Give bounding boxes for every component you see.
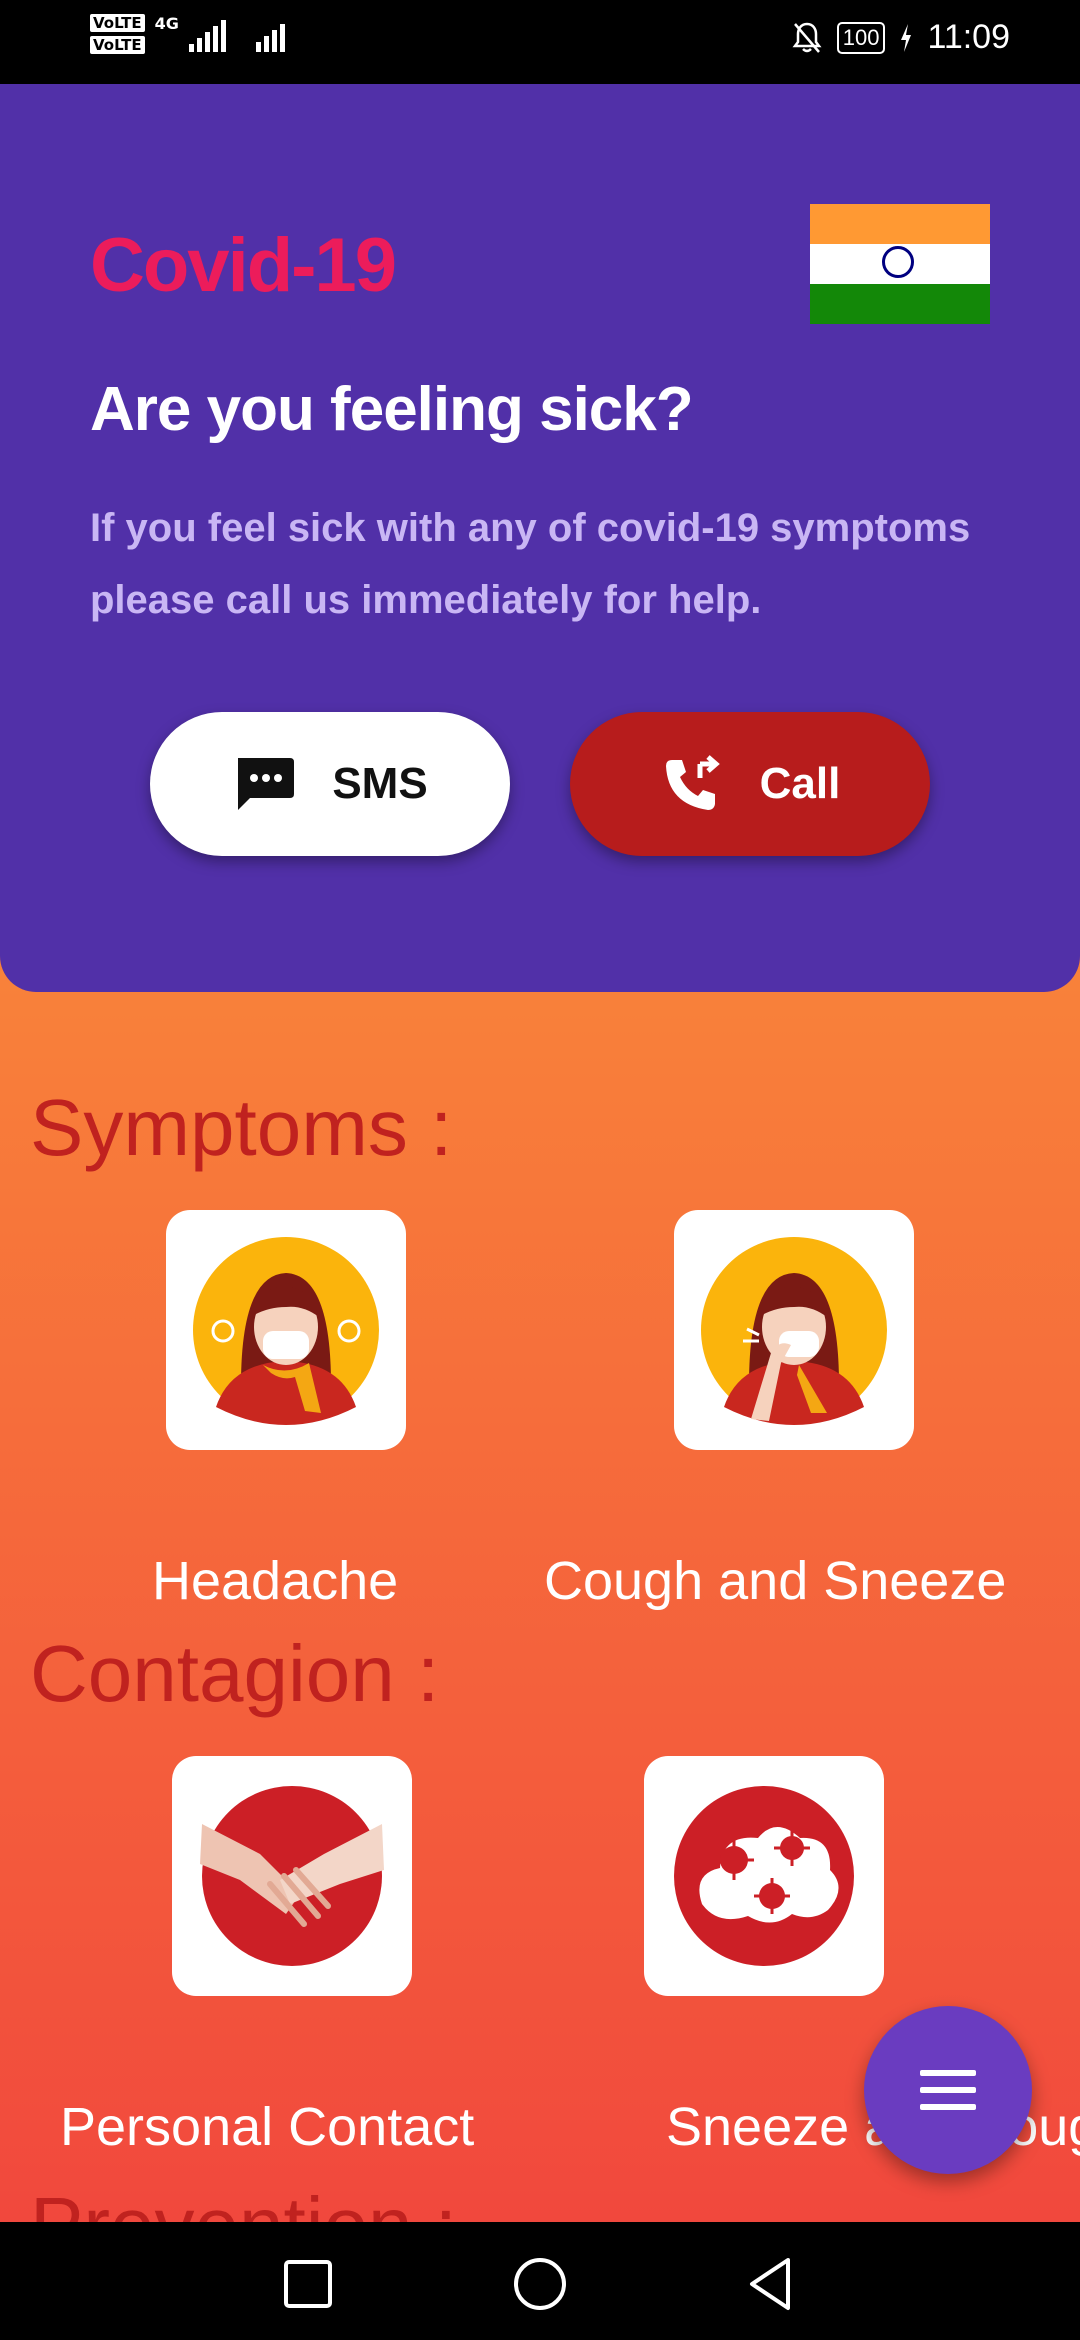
call-label: Call (759, 759, 841, 808)
status-left: VoLTE VoLTE 4G (90, 14, 285, 54)
status-right: 100 11:09 (791, 18, 1010, 57)
sim1-volte: VoLTE (90, 14, 145, 32)
cough-illustration (701, 1237, 887, 1425)
back-button[interactable] (740, 2254, 800, 2314)
symptoms-title: Symptoms : (30, 1083, 453, 1172)
personal-contact-card[interactable] (172, 1756, 412, 1996)
hero-description: If you feel sick with any of covid-19 sy… (90, 506, 971, 622)
cough-card[interactable] (674, 1210, 914, 1450)
status-bar: VoLTE VoLTE 4G 100 11:09 (0, 0, 1080, 84)
circle-icon (514, 2258, 566, 2310)
back-triangle-icon (750, 2258, 790, 2310)
battery-icon: 100 (836, 21, 886, 54)
sneeze-cough-card[interactable] (644, 1756, 884, 1996)
virus-cloud-illustration (674, 1786, 854, 1966)
signal2-icon (255, 16, 285, 52)
hamburger-menu-icon (920, 2070, 976, 2110)
cough-label: Cough and Sneeze (544, 1551, 1007, 1611)
headache-card[interactable] (166, 1210, 406, 1450)
headache-label: Headache (152, 1551, 399, 1611)
sms-button[interactable]: SMS (150, 712, 510, 856)
personal-contact-label: Personal Contact (60, 2097, 475, 2157)
navigation-bar (0, 2222, 1080, 2340)
sms-icon (238, 758, 295, 810)
hero-subtitle: Are you feeling sick? (90, 375, 694, 444)
sim2-volte: VoLTE (90, 36, 145, 54)
charging-icon (901, 23, 912, 52)
mute-bell-icon (792, 22, 822, 53)
signal-icon (188, 16, 226, 52)
call-button[interactable]: Call (570, 712, 930, 856)
sms-label: SMS (332, 759, 428, 808)
headache-illustration (193, 1237, 379, 1425)
contagion-title: Contagion : (30, 1629, 440, 1718)
app-content[interactable]: Covid-19 Are you feeling sick? If you fe… (0, 84, 1080, 2222)
network-type: 4G (154, 14, 179, 33)
app-title: Covid-19 (90, 223, 397, 308)
home-button[interactable] (510, 2254, 570, 2314)
india-flag-icon (810, 204, 990, 324)
phone-forward-icon (665, 755, 720, 810)
square-icon (284, 2260, 332, 2308)
battery-level: 100 (842, 24, 880, 50)
recent-apps-button[interactable] (278, 2254, 338, 2314)
handshake-illustration (200, 1786, 384, 1966)
hero-card: Covid-19 Are you feeling sick? If you fe… (0, 84, 1080, 992)
clock: 11:09 (927, 18, 1010, 56)
menu-fab-button[interactable] (864, 2006, 1032, 2174)
prevention-title: Prevention : (30, 2180, 457, 2222)
volte-indicators: VoLTE VoLTE (90, 14, 145, 54)
